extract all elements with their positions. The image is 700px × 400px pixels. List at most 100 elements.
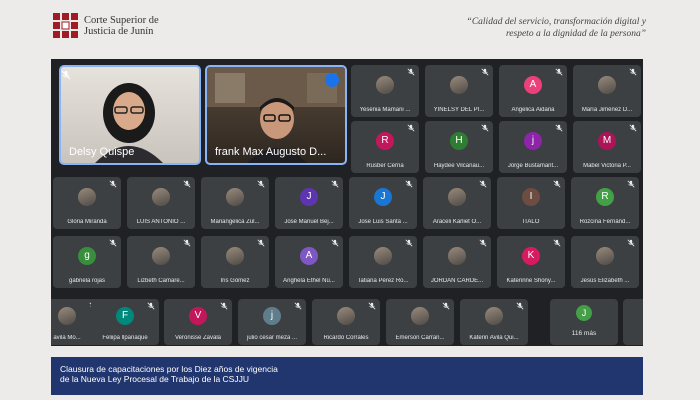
mic-muted-icon bbox=[331, 239, 339, 247]
participant-name: Jorge Bustamant... bbox=[507, 163, 559, 169]
avatar-initial: j bbox=[263, 307, 281, 326]
avatar-photo bbox=[152, 187, 170, 206]
participant-tile[interactable]: g gabriela rojas bbox=[53, 236, 121, 288]
avatar-photo bbox=[448, 246, 466, 265]
participant-name: Gloria Miranda bbox=[67, 219, 107, 225]
mic-muted-icon bbox=[479, 180, 487, 188]
mic-muted-icon bbox=[147, 302, 155, 310]
participant-name: Ricardo Corrales bbox=[323, 335, 369, 341]
avatar-photo bbox=[411, 307, 429, 326]
event-caption: Clausura de capacitaciones por los Diez … bbox=[51, 357, 643, 395]
mic-muted-icon bbox=[629, 124, 637, 132]
mic-muted-icon bbox=[555, 68, 563, 76]
slogan-line1: “Calidad del servicio, transformación di… bbox=[466, 17, 646, 27]
featured-tile-presenter[interactable]: frank Max Augusto D... bbox=[205, 65, 347, 165]
page-header: Corte Superior de Justicia de Junín “Cal… bbox=[0, 0, 700, 52]
avatar-photo bbox=[376, 75, 394, 94]
participant-tile[interactable]: Emerson Carran... bbox=[386, 299, 454, 345]
caption-line1: Clausura de capacitaciones por los Diez … bbox=[60, 364, 278, 374]
participant-tile[interactable]: Ricardo Corrales bbox=[312, 299, 380, 345]
mic-muted-icon bbox=[257, 180, 265, 188]
participant-tile[interactable]: A Anghela Ethel Nú... bbox=[275, 236, 343, 288]
mic-muted-icon bbox=[183, 239, 191, 247]
participant-tile[interactable]: J Jose Luis Santa ... bbox=[349, 177, 417, 229]
participant-name: Jesús Elizabeth ... bbox=[580, 278, 630, 284]
mic-muted-icon bbox=[368, 302, 376, 310]
org-name-line2: Justicia de Junín bbox=[84, 26, 154, 37]
featured-tile-speaker[interactable]: Delsy Quispe bbox=[59, 65, 201, 165]
participant-name: Emerson Carran... bbox=[395, 335, 445, 341]
avatar-photo bbox=[596, 246, 614, 265]
participant-name: Anghela Ethel Nú... bbox=[283, 278, 335, 284]
participant-tile[interactable]: H Haydee Vilcañau... bbox=[425, 121, 493, 173]
participant-tile[interactable]: Katerin Avila Qui... bbox=[460, 299, 528, 345]
participant-tile[interactable]: V Veronisse Zavala bbox=[164, 299, 232, 345]
participant-name: Katerinne Shony... bbox=[506, 278, 556, 284]
participant-tile[interactable]: Tatiana Pérez Ro... bbox=[349, 236, 417, 288]
participant-name: Araceli Karliet O... bbox=[432, 219, 482, 225]
participant-tile[interactable]: Mariangelica Zul... bbox=[201, 177, 269, 229]
avatar-initial: H bbox=[450, 131, 468, 150]
mic-muted-icon bbox=[407, 124, 415, 132]
mic-muted-icon bbox=[629, 68, 637, 76]
avatar-photo bbox=[226, 246, 244, 265]
court-logo: Corte Superior de Justicia de Junín bbox=[53, 13, 159, 39]
participant-tile[interactable]: Gloria Miranda bbox=[53, 177, 121, 229]
participant-tile[interactable]: Jesús Elizabeth ... bbox=[571, 236, 639, 288]
mic-muted-icon bbox=[109, 239, 117, 247]
participant-name: YINELSY DEL PI... bbox=[433, 107, 485, 113]
participant-tile[interactable]: YINELSY DEL PI... bbox=[425, 65, 493, 117]
avatar-initial: K bbox=[522, 246, 540, 265]
more-participants-tile[interactable]: J 116 más bbox=[550, 299, 618, 345]
participant-tile[interactable]: J José Manuel Bej... bbox=[275, 177, 343, 229]
participant-tile[interactable]: JORDAN CARDE... bbox=[423, 236, 491, 288]
participant-tile[interactable]: I ITALO bbox=[497, 177, 565, 229]
mic-muted-icon bbox=[555, 124, 563, 132]
participant-name: Lizbeth Camare... bbox=[137, 278, 185, 284]
participant-tile[interactable]: F Feliipa llpanaque bbox=[91, 299, 159, 345]
avatar-initial: M bbox=[598, 131, 616, 150]
mic-muted-icon bbox=[627, 239, 635, 247]
participant-tile[interactable]: Araceli Karliet O... bbox=[423, 177, 491, 229]
avatar-initial: V bbox=[189, 307, 207, 326]
caption-line2: de la Nueva Ley Procesal de Trabajo de l… bbox=[60, 374, 249, 384]
participant-tile[interactable]: María Jiménez D... bbox=[573, 65, 641, 117]
mic-muted-icon bbox=[553, 239, 561, 247]
participant-tile[interactable]: Lizbeth Camare... bbox=[127, 236, 195, 288]
avatar-photo bbox=[374, 246, 392, 265]
avatar-initial: R bbox=[596, 187, 614, 206]
mic-muted-icon bbox=[405, 180, 413, 188]
slogan-line2: respeto a la dignidad de la persona” bbox=[505, 29, 646, 39]
participant-name: Mabel Victoria P... bbox=[583, 163, 631, 169]
participant-tile[interactable]: A Angelica Aidana bbox=[499, 65, 567, 117]
participant-tile[interactable]: R Rusber Cerna bbox=[351, 121, 419, 173]
participant-tile[interactable]: LUIS ANTONIO ... bbox=[127, 177, 195, 229]
avatar-photo bbox=[598, 75, 616, 94]
participant-tile[interactable]: Tú bbox=[623, 299, 643, 345]
participant-tile[interactable]: j julio cesar meza ... bbox=[238, 299, 306, 345]
participant-tile[interactable]: Yesenia Mamani ... bbox=[351, 65, 419, 117]
participant-tile[interactable]: R Rozcina Fernánd... bbox=[571, 177, 639, 229]
avatar-initial: A bbox=[300, 246, 318, 265]
mic-muted-icon bbox=[553, 180, 561, 188]
participant-tile[interactable]: Iris Gómez bbox=[201, 236, 269, 288]
participant-name: Tú bbox=[627, 335, 643, 341]
participant-tile[interactable]: M Mabel Victoria P... bbox=[573, 121, 641, 173]
participant-name: JORDAN CARDE... bbox=[430, 278, 484, 284]
more-count-label: 116 más bbox=[571, 330, 597, 337]
mic-muted-icon bbox=[481, 124, 489, 132]
avatar-photo bbox=[337, 307, 355, 326]
participant-name: Iris Gómez bbox=[220, 278, 250, 284]
avatar-photo bbox=[450, 75, 468, 94]
participant-name: Jose Luis Santa ... bbox=[358, 219, 408, 225]
slogan: “Calidad del servicio, transformación di… bbox=[386, 16, 646, 40]
avatar-photo bbox=[448, 187, 466, 206]
participant-tile[interactable]: j Jorge Bustamant... bbox=[499, 121, 567, 173]
participant-tile[interactable]: K Katerinne Shony... bbox=[497, 236, 565, 288]
court-emblem-icon bbox=[53, 13, 78, 38]
mic-muted-icon bbox=[257, 239, 265, 247]
mic-muted-icon bbox=[407, 68, 415, 76]
mic-muted-icon bbox=[294, 302, 302, 310]
mic-muted-icon bbox=[331, 180, 339, 188]
participant-name: Feliipa llpanaque bbox=[102, 335, 148, 341]
